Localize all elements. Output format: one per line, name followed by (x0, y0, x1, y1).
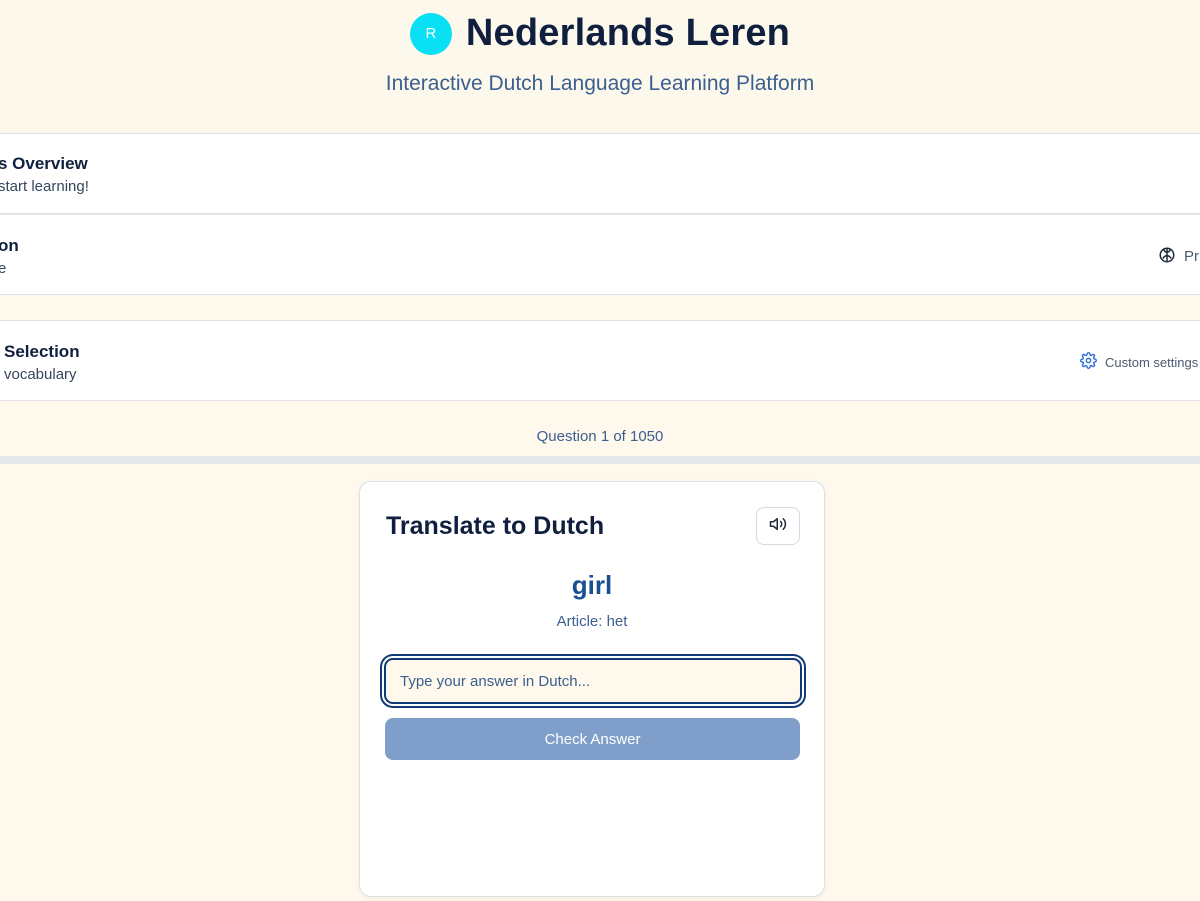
app-header: R Nederlands Leren Interactive Dutch Lan… (0, 0, 1200, 133)
custom-settings-label: Custom settings (1105, 354, 1199, 370)
mode-action-label: Pr (1184, 248, 1199, 265)
article-hint: Article: het (556, 613, 628, 630)
mode-action[interactable]: Pr (1158, 246, 1199, 267)
mode-title: on (0, 236, 19, 255)
avatar[interactable]: R (409, 12, 452, 55)
question-counter: Question 1 of 1050 (536, 428, 664, 445)
quiz-card: Translate to Dutch girl Article: het Che… (359, 481, 825, 897)
progress-overview-subtitle: start learning! (0, 178, 89, 195)
app-subtitle: Interactive Dutch Language Learning Plat… (385, 72, 815, 95)
divider (0, 456, 1200, 464)
check-answer-button[interactable]: Check Answer (385, 718, 800, 760)
play-audio-button[interactable] (756, 507, 800, 545)
card-title: Translate to Dutch (386, 512, 605, 540)
selection-panel[interactable]: Selection vocabulary Custom settings (0, 320, 1200, 401)
brain-icon (1158, 246, 1176, 267)
mode-panel[interactable]: on e Pr (0, 214, 1200, 295)
progress-overview-panel[interactable]: s Overview start learning! (0, 133, 1200, 214)
custom-settings-button[interactable]: Custom settings (1080, 352, 1198, 372)
selection-subtitle: vocabulary (4, 366, 77, 383)
selection-title: Selection (4, 342, 80, 361)
prompt-word: girl (571, 570, 613, 600)
answer-input[interactable] (382, 656, 804, 706)
brand: R Nederlands Leren (0, 12, 1200, 55)
speaker-icon (769, 515, 787, 538)
progress-overview-title: s Overview (0, 154, 88, 173)
app-title: Nederlands Leren (465, 12, 791, 54)
gear-icon (1080, 352, 1097, 372)
mode-subtitle: e (0, 260, 7, 277)
